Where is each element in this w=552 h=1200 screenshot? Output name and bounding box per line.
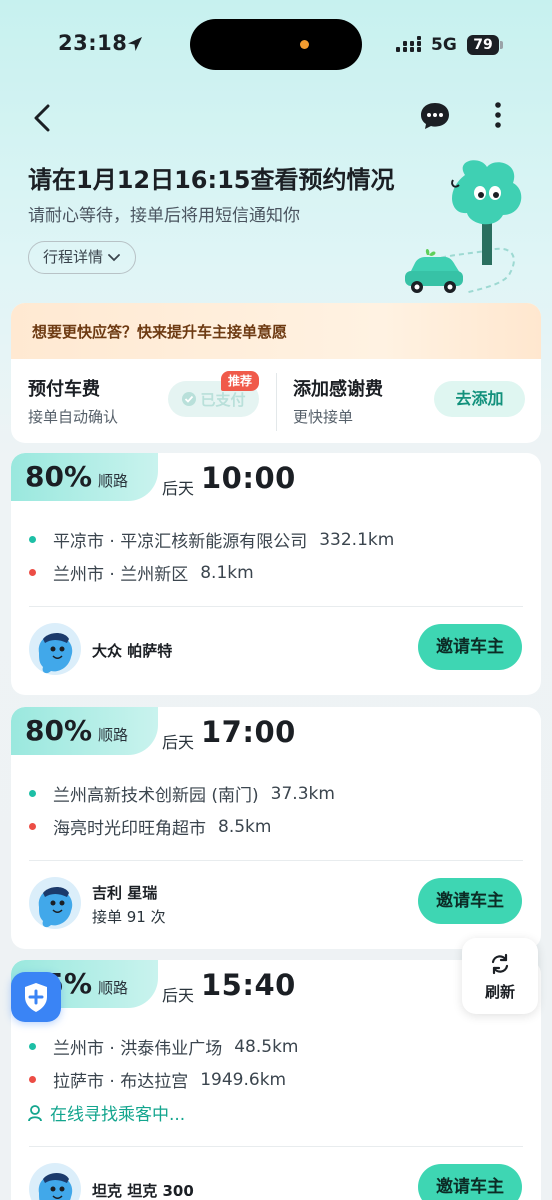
passenger-search-icon (28, 1104, 42, 1121)
destination-distance: 8.1km (200, 562, 254, 583)
match-label: 顺路 (98, 979, 129, 997)
chevron-down-icon (108, 253, 120, 261)
invite-driver-button[interactable]: 邀请车主 (418, 878, 522, 924)
battery-indicator: 79 (467, 35, 499, 55)
card-divider (29, 606, 523, 607)
status-bar: 23:18 5G 79 (0, 0, 552, 90)
trip-day: 后天 (162, 479, 195, 498)
match-percent: 80% (25, 460, 93, 493)
destination-distance: 8.5km (218, 816, 272, 837)
destination-dot (29, 823, 36, 830)
invite-driver-button[interactable]: 邀请车主 (418, 624, 522, 670)
prepay-divider (276, 373, 277, 431)
trip-time: 10:00 (201, 461, 296, 495)
trip-time: 17:00 (201, 715, 296, 749)
driver-avatar (29, 623, 81, 675)
tree-and-car-illustration (405, 160, 522, 294)
car-model: 吉利 星瑞 (92, 884, 158, 902)
prepay-options: 预付车费 接单自动确认 已支付 推荐 添加感谢费 更快接单 去添加 (11, 359, 541, 443)
trip-time: 15:40 (201, 968, 296, 1002)
origin-row: 平凉市 · 平凉汇核新能源有限公司 332.1km (29, 527, 394, 552)
location-arrow-icon (128, 37, 142, 51)
origin-text: 平凉市 · 平凉汇核新能源有限公司 (53, 532, 308, 552)
car-model: 坦克 坦克 300 (92, 1182, 194, 1200)
seeking-passenger-status: 在线寻找乘客中... (28, 1100, 185, 1125)
refresh-button[interactable]: 刷新 (462, 938, 538, 1014)
destination-text: 海亮时光印旺角超市 (53, 819, 206, 839)
destination-row: 海亮时光印旺角超市 8.5km (29, 814, 271, 839)
origin-distance: 37.3km (270, 783, 335, 804)
trip-card[interactable]: 80% 顺路 后天 10:00 平凉市 · 平凉汇核新能源有限公司 332.1k… (11, 453, 541, 695)
thank-fee-title: 添加感谢费 (293, 379, 383, 400)
seeking-text: 在线寻找乘客中... (50, 1105, 186, 1125)
destination-dot (29, 569, 36, 576)
paid-label: 已支付 (200, 390, 246, 409)
car-model: 大众 帕萨特 (92, 642, 173, 660)
thank-fee-subtitle: 更快接单 (293, 408, 354, 426)
origin-text: 兰州高新技术创新园 (南门) (53, 786, 259, 806)
trip-day: 后天 (162, 733, 195, 752)
destination-row: 拉萨市 · 布达拉宫 1949.6km (29, 1067, 286, 1092)
origin-dot (29, 790, 36, 797)
match-label: 顺路 (98, 472, 129, 490)
status-time: 23:18 (58, 31, 128, 55)
origin-text: 兰州市 · 洪泰伟业广场 (53, 1039, 223, 1059)
mascot-avatar-icon (38, 1173, 73, 1200)
network-type: 5G (431, 35, 457, 55)
privacy-indicator (300, 40, 309, 49)
origin-row: 兰州市 · 洪泰伟业广场 48.5km (29, 1034, 298, 1059)
mascot-avatar-icon (38, 633, 73, 674)
origin-distance: 332.1km (319, 529, 395, 550)
match-rate-tab: 80% 顺路 (11, 707, 159, 755)
origin-dot (29, 1043, 36, 1050)
driver-order-count: 接单 91 次 (92, 908, 166, 926)
battery-tip (500, 41, 503, 49)
origin-distance: 48.5km (234, 1036, 299, 1057)
check-circle-icon (182, 392, 197, 406)
driver-avatar (29, 1163, 81, 1200)
refresh-label: 刷新 (484, 983, 515, 1001)
more-options-icon[interactable] (488, 100, 508, 132)
prepay-banner: 想要更快应答？快来提升车主接单意愿 (11, 303, 541, 359)
shield-plus-icon (25, 983, 47, 1012)
trip-card[interactable]: 80% 顺路 后天 17:00 兰州高新技术创新园 (南门) 37.3km 海亮… (11, 707, 541, 949)
origin-dot (29, 536, 36, 543)
destination-text: 拉萨市 · 布达拉宫 (53, 1072, 189, 1092)
page-subtitle: 请耐心等待，接单后将用短信通知你 (28, 206, 300, 226)
destination-row: 兰州市 · 兰州新区 8.1km (29, 560, 254, 585)
chat-bubble-icon[interactable] (418, 100, 452, 132)
card-divider (29, 1146, 523, 1147)
back-arrow-icon[interactable] (28, 100, 58, 136)
match-percent: 80% (25, 714, 93, 747)
dynamic-island (190, 19, 362, 70)
driver-avatar (29, 877, 81, 929)
page-title: 请在1月12日16:15查看预约情况 (28, 166, 395, 194)
origin-row: 兰州高新技术创新园 (南门) 37.3km (29, 781, 335, 806)
mascot-avatar-icon (38, 887, 73, 928)
destination-distance: 1949.6km (200, 1069, 287, 1090)
destination-text: 兰州市 · 兰州新区 (53, 565, 189, 585)
add-thank-fee-button[interactable]: 去添加 (434, 381, 525, 417)
match-rate-tab: 80% 顺路 (11, 453, 159, 501)
safety-shield-button[interactable] (11, 972, 61, 1022)
trip-details-button[interactable]: 行程详情 (28, 241, 137, 274)
prepay-card: 想要更快应答？快来提升车主接单意愿 预付车费 接单自动确认 已支付 推荐 添加感… (11, 303, 541, 443)
signal-icon (396, 36, 421, 52)
trip-details-label: 行程详情 (43, 248, 104, 266)
recommend-badge: 推荐 (221, 371, 260, 391)
destination-dot (29, 1076, 36, 1083)
trip-day: 后天 (162, 986, 195, 1005)
refresh-icon (491, 953, 509, 975)
match-label: 顺路 (98, 726, 129, 744)
prepay-fare-title: 预付车费 (28, 379, 100, 400)
invite-driver-button[interactable]: 邀请车主 (418, 1164, 522, 1200)
prepay-fare-subtitle: 接单自动确认 (28, 408, 119, 426)
card-divider (29, 860, 523, 861)
